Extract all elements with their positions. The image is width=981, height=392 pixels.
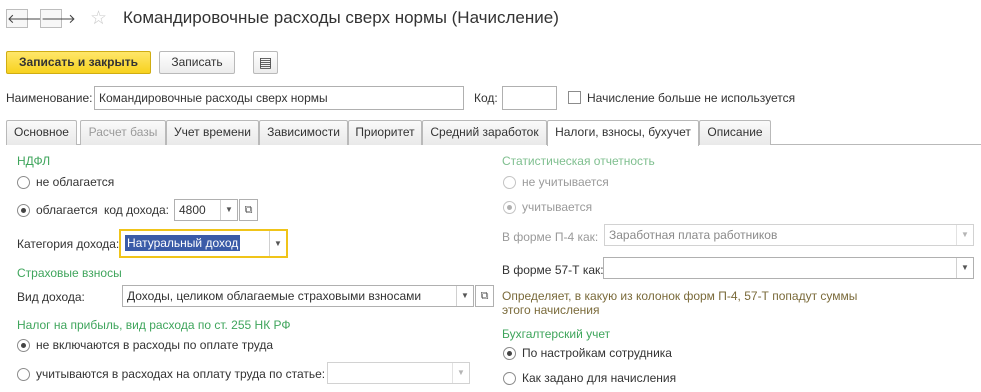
profit-tax-section-title: Налог на прибыль, вид расхода по ст. 255…	[17, 318, 291, 332]
ndfl-not-taxed-radio[interactable]	[17, 176, 30, 189]
income-category-field[interactable]: Натуральный доход ▼	[119, 229, 288, 258]
by-employee-radio[interactable]	[503, 347, 516, 360]
name-field[interactable]: Командировочные расходы сверх нормы	[94, 86, 464, 110]
tab-time-tracking[interactable]: Учет времени	[166, 120, 259, 145]
expense-article-field[interactable]: ▼	[327, 362, 470, 384]
code-field[interactable]	[502, 86, 557, 110]
code-label: Код:	[474, 91, 498, 105]
stats-hint-line1: Определяет, в какую из колонок форм П-4,…	[502, 289, 858, 303]
not-included-radio[interactable]	[17, 339, 30, 352]
income-category-label: Категория дохода:	[17, 237, 120, 251]
page-title: Командировочные расходы сверх нормы (Нач…	[123, 8, 559, 27]
included-label: учитываются в расходах на оплату труда п…	[36, 367, 326, 381]
stats-hint-line2: этого начисления	[502, 303, 600, 317]
report-button[interactable]: ▤	[253, 51, 278, 74]
income-type-field[interactable]: Доходы, целиком облагаемые страховыми вз…	[122, 285, 474, 307]
tab-taxes[interactable]: Налоги, взносы, бухучет	[547, 120, 699, 146]
by-employee-label: По настройкам сотрудника	[522, 346, 672, 360]
dropdown-arrow-icon[interactable]: ▼	[956, 225, 973, 245]
tab-priority[interactable]: Приоритет	[348, 120, 422, 145]
p4-label: В форме П-4 как:	[502, 230, 599, 244]
dropdown-arrow-icon[interactable]: ▼	[220, 200, 237, 220]
income-code-field[interactable]: 4800 ▼	[174, 199, 238, 221]
back-button[interactable]: 🡐	[6, 9, 42, 28]
tab-dependencies[interactable]: Зависимости	[259, 120, 348, 145]
income-code-label: код дохода:	[104, 203, 169, 217]
open-form-icon[interactable]: ⧉	[475, 285, 494, 307]
tab-description[interactable]: Описание	[699, 120, 771, 145]
income-type-label: Вид дохода:	[17, 290, 85, 304]
tab-base-calculation[interactable]: Расчет базы	[80, 120, 166, 145]
dropdown-arrow-icon[interactable]: ▼	[956, 258, 973, 278]
insurance-section-title: Страховые взносы	[17, 266, 122, 280]
stats-counted-radio[interactable]	[503, 201, 516, 214]
f57-label: В форме 57-Т как:	[502, 263, 604, 277]
tab-main[interactable]: Основное	[6, 120, 77, 145]
unused-checkbox[interactable]	[568, 91, 581, 104]
forward-button[interactable]: 🡒	[40, 9, 76, 28]
save-and-close-button[interactable]: Записать и закрыть	[6, 51, 151, 74]
as-set-radio[interactable]	[503, 372, 516, 385]
unused-label: Начисление больше не используется	[587, 91, 796, 105]
ndfl-taxed-label: облагается	[36, 203, 98, 217]
ndfl-section-title: НДФЛ	[17, 154, 51, 168]
save-button[interactable]: Записать	[159, 51, 235, 74]
not-included-label: не включаются в расходы по оплате труда	[36, 338, 274, 352]
stats-counted-label: учитывается	[522, 200, 593, 214]
stats-not-counted-radio[interactable]	[503, 176, 516, 189]
ndfl-taxed-radio[interactable]	[17, 204, 30, 217]
dropdown-arrow-icon[interactable]: ▼	[269, 231, 286, 256]
document-list-icon: ▤	[258, 54, 273, 70]
included-radio[interactable]	[17, 368, 30, 381]
arrow-right-icon: 🡒	[41, 11, 76, 26]
stats-section-title: Статистическая отчетность	[502, 154, 655, 168]
arrow-left-icon: 🡐	[7, 11, 42, 26]
dropdown-arrow-icon[interactable]: ▼	[456, 286, 473, 306]
name-label: Наименование:	[6, 91, 93, 105]
f57-field[interactable]: ▼	[603, 257, 974, 279]
p4-field[interactable]: Заработная плата работников ▼	[604, 224, 974, 246]
accounting-section-title: Бухгалтерский учет	[502, 327, 611, 341]
stats-not-counted-label: не учитывается	[522, 175, 609, 189]
as-set-label: Как задано для начисления	[522, 371, 677, 385]
open-form-icon[interactable]: ⧉	[239, 199, 258, 221]
tab-average-earnings[interactable]: Средний заработок	[422, 120, 547, 145]
dropdown-arrow-icon[interactable]: ▼	[452, 363, 469, 383]
favorite-star-icon[interactable]: ☆	[90, 7, 107, 30]
ndfl-not-taxed-label: не облагается	[36, 175, 115, 189]
